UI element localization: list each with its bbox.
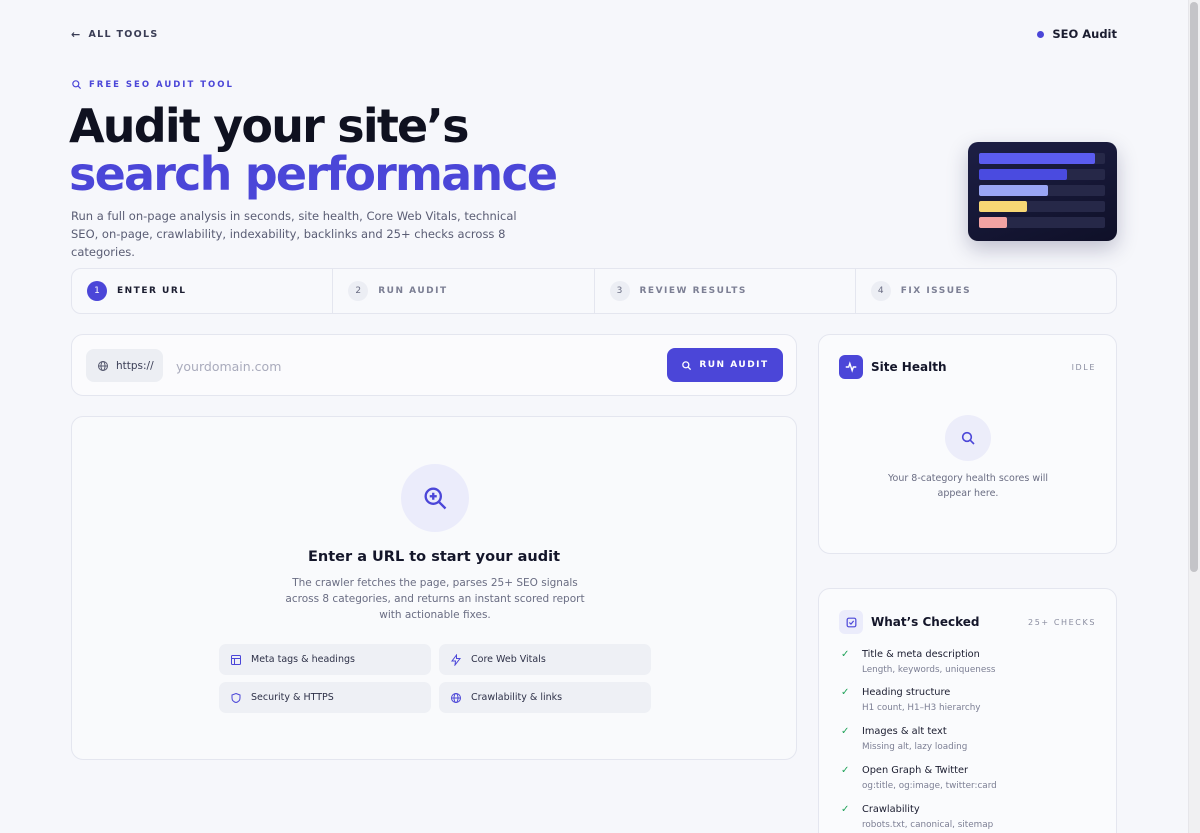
shield-icon	[231, 692, 241, 703]
check-item-title: Open Graph & Twitter	[862, 765, 969, 776]
step-number: 1	[87, 281, 107, 301]
hero-bars-illustration	[968, 142, 1117, 241]
chip-label: Meta tags & headings	[251, 654, 355, 665]
url-input[interactable]	[176, 351, 646, 381]
check-item-desc: Length, keywords, uniqueness	[862, 665, 996, 675]
chip-label: Core Web Vitals	[471, 654, 546, 665]
checkbox-icon	[839, 610, 863, 634]
hero-subtitle: Run a full on-page analysis in seconds, …	[71, 209, 517, 259]
check-item-title: Heading structure	[862, 687, 951, 698]
check-item-title: Crawlability	[862, 804, 920, 815]
globe-icon	[451, 692, 461, 703]
check-item-desc: og:title, og:image, twitter:card	[862, 781, 997, 791]
step-progress: 1 ENTER URL 2 RUN AUDIT 3 REVIEW RESULTS 4 FIX …	[71, 268, 1117, 314]
protocol-label: https://	[116, 359, 154, 372]
step-2[interactable]: 2 RUN AUDIT	[333, 269, 595, 313]
step-3[interactable]: 3 REVIEW RESULTS	[595, 269, 856, 313]
empty-state-panel: Enter a URL to start your audit The craw…	[71, 416, 797, 760]
top-bar: ← ALL TOOLS SEO Audit	[71, 27, 1117, 42]
hero-bar-track	[979, 153, 1105, 164]
check-icon: ✓	[841, 687, 850, 698]
step-label: ENTER URL	[117, 286, 187, 296]
step-4[interactable]: 4 FIX ISSUES	[856, 269, 1116, 313]
page-title-line-2: search performance	[69, 147, 558, 201]
check-item-title: Images & alt text	[862, 726, 947, 737]
page-scrollbar[interactable]	[1188, 0, 1200, 833]
hero-bar-fill	[979, 185, 1049, 196]
step-number: 3	[609, 281, 630, 301]
tool-badge-label: SEO Audit	[1052, 27, 1117, 41]
chip-crawlability: Crawlability & links	[439, 682, 651, 713]
scrollbar-thumb[interactable]	[1190, 2, 1198, 572]
check-icon: ✓	[841, 765, 850, 776]
search-icon	[945, 415, 991, 461]
hero-bar-fill	[979, 169, 1068, 180]
chip-core-web-vitals: Core Web Vitals	[439, 644, 651, 675]
hero-bar-track	[979, 185, 1105, 196]
search-icon	[72, 80, 82, 90]
url-bar: https:// RUN AUDIT	[71, 334, 797, 396]
check-icon: ✓	[841, 804, 850, 815]
chip-label: Crawlability & links	[471, 692, 563, 703]
chip-security: Security & HTTPS	[219, 682, 431, 713]
check-item-title: Title & meta description	[862, 649, 980, 660]
run-audit-label: RUN AUDIT	[699, 360, 769, 370]
step-number: 4	[870, 281, 891, 301]
lightning-icon	[451, 653, 462, 666]
page-title-line-1: Audit your site’s	[69, 99, 469, 153]
check-item-desc: robots.txt, canonical, sitemap	[862, 820, 994, 830]
hero-bar-fill	[979, 217, 1007, 228]
pulse-icon	[839, 355, 863, 379]
chip-meta-tags: Meta tags & headings	[219, 644, 431, 675]
step-label: FIX ISSUES	[900, 286, 972, 296]
checks-count: 25+ CHECKS	[1028, 618, 1096, 627]
layout-icon	[231, 654, 241, 665]
run-audit-button[interactable]: RUN AUDIT	[667, 348, 783, 382]
hero-bar-fill	[979, 153, 1095, 164]
check-icon: ✓	[841, 649, 850, 660]
site-health-status: IDLE	[1071, 363, 1096, 372]
site-health-card: Site Health IDLE Your 8-category health …	[818, 334, 1117, 554]
step-number: 2	[348, 281, 369, 301]
site-health-title: Site Health	[871, 360, 947, 374]
empty-state-description: The crawler fetches the page, parses 25+…	[285, 577, 585, 621]
hero-bar-track	[979, 169, 1105, 180]
hero-eyebrow-label: FREE SEO AUDIT TOOL	[89, 79, 234, 90]
check-icon: ✓	[841, 726, 850, 737]
site-health-note: Your 8-category health scores will appea…	[887, 473, 1049, 499]
hero-eyebrow: FREE SEO AUDIT TOOL	[71, 79, 234, 90]
check-item-desc: H1 count, H1–H3 hierarchy	[862, 703, 981, 713]
status-dot-icon	[1037, 30, 1045, 38]
step-1[interactable]: 1 ENTER URL	[72, 269, 334, 313]
hero-bar-track	[979, 217, 1105, 228]
globe-icon	[98, 360, 108, 371]
hero-bar-fill	[979, 201, 1027, 212]
whats-checked-title: What’s Checked	[871, 615, 980, 629]
protocol-prefix: https://	[86, 349, 163, 382]
search-icon	[682, 360, 692, 370]
tool-badge: SEO Audit	[1037, 27, 1117, 41]
all-tools-label: ALL TOOLS	[88, 29, 159, 40]
all-tools-link[interactable]: ← ALL TOOLS	[71, 28, 159, 41]
hero-bar-track	[979, 201, 1105, 212]
empty-state-title: Enter a URL to start your audit	[308, 549, 560, 565]
step-label: REVIEW RESULTS	[639, 286, 747, 296]
step-label: RUN AUDIT	[378, 286, 448, 296]
zoom-in-icon	[401, 464, 469, 532]
arrow-left-icon: ←	[71, 28, 82, 41]
check-item-desc: Missing alt, lazy loading	[862, 742, 968, 752]
whats-checked-card: What’s Checked 25+ CHECKS ✓ Title & meta…	[818, 588, 1117, 833]
chip-label: Security & HTTPS	[251, 692, 334, 703]
